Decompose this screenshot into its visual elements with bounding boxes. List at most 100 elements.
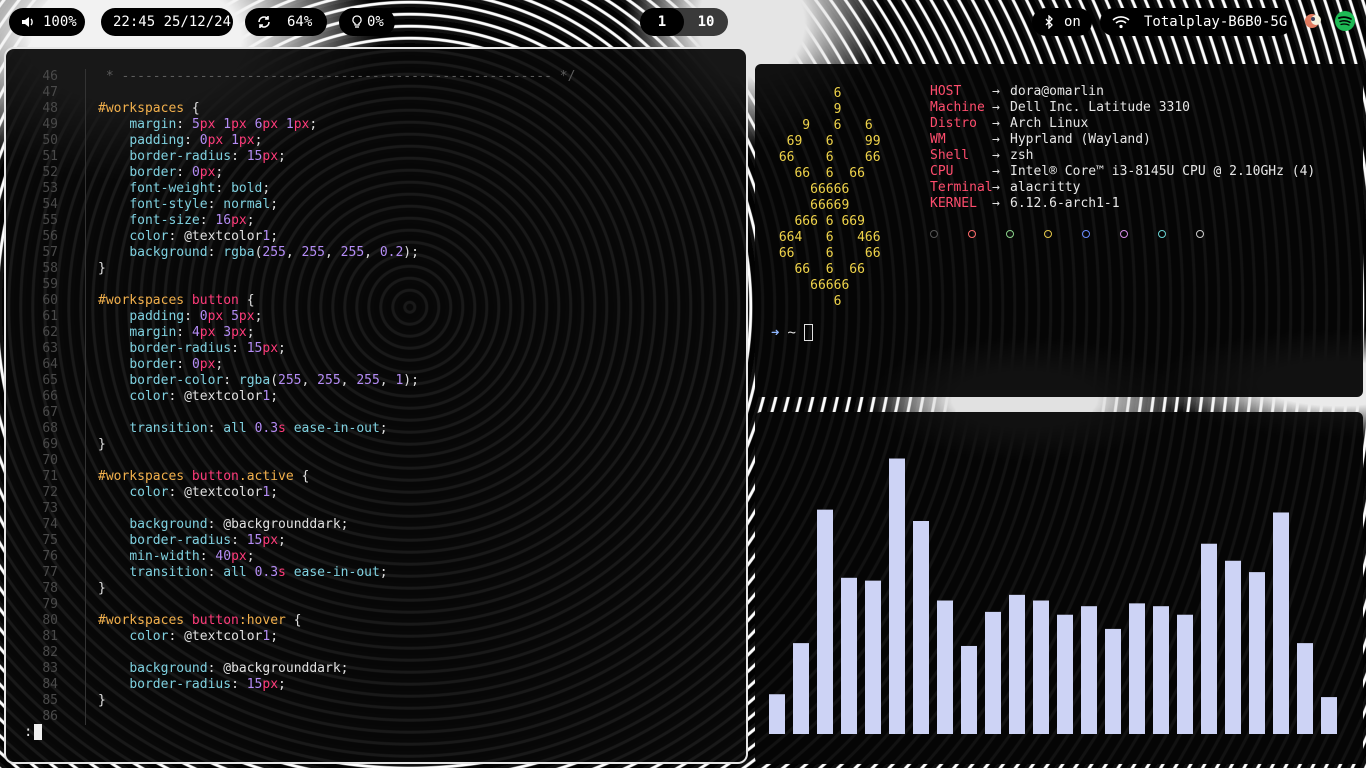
code-line[interactable]: 57 background: rgba(255, 255, 255, 0.2); (6, 245, 746, 261)
command-line[interactable]: : (24, 724, 43, 740)
code-token: , (285, 245, 302, 260)
code-token: px (231, 213, 247, 228)
code-token: #workspaces (98, 101, 185, 116)
code-line[interactable]: 75 border-radius: 15px; (6, 533, 746, 549)
code-line[interactable]: 63 border-radius: 15px; (6, 341, 746, 357)
code-line[interactable]: 81 color: @textcolor1; (6, 629, 746, 645)
code-token: 0 (199, 309, 208, 324)
code-line[interactable]: 67 (6, 405, 746, 421)
code-line[interactable]: 69} (6, 437, 746, 453)
code-token: ; (262, 181, 271, 196)
gutter (58, 261, 86, 277)
code-line[interactable]: 66 color: @textcolor1; (6, 389, 746, 405)
code-line[interactable]: 55 font-size: 16px; (6, 213, 746, 229)
code-line[interactable]: 60 #workspaces button { (6, 293, 746, 309)
app-tray-icon[interactable] (1304, 11, 1324, 31)
palette-dot (1006, 230, 1014, 238)
brightness-value: 0% (367, 14, 384, 30)
code-token: all (223, 421, 255, 436)
line-source: background: @backgrounddark; (98, 517, 348, 533)
line-number: 72 (42, 485, 58, 500)
color-palette (930, 230, 1204, 238)
code-line[interactable]: 48 #workspaces { (6, 101, 746, 117)
line-number: 84 (42, 677, 58, 692)
code-view[interactable]: 46 * -----------------------------------… (6, 69, 746, 725)
code-line[interactable]: 54 font-style: normal; (6, 197, 746, 213)
info-key: KERNEL (930, 196, 977, 211)
code-line[interactable]: 80 #workspaces button:hover { (6, 613, 746, 629)
code-token: : (231, 533, 247, 548)
code-line[interactable]: 49 margin: 5px 1px 6px 1px; (6, 117, 746, 133)
code-token: 15 (246, 677, 263, 692)
code-line[interactable]: 58} (6, 261, 746, 277)
code-line[interactable]: 77 transition: all 0.3s ease-in-out; (6, 565, 746, 581)
ascii-line: 66666 (771, 182, 850, 197)
info-value: 6.12.6-arch1-1 (1010, 196, 1120, 211)
code-line[interactable]: 52 border: 0px; (6, 165, 746, 181)
code-line[interactable]: 51 border-radius: 15px; (6, 149, 746, 165)
wifi-widget[interactable]: Totalplay-B6B0-5G (1100, 8, 1292, 36)
code-line[interactable]: 76 min-width: 40px; (6, 549, 746, 565)
code-line[interactable]: 83 background: @backgrounddark; (6, 661, 746, 677)
spotify-icon[interactable] (1334, 10, 1356, 32)
terminal-window[interactable]: 6 9 9 6 6 69 6 99 66 6 66 66 6 66 66666 … (755, 64, 1363, 397)
line-number: 74 (42, 517, 58, 532)
code-line[interactable]: 56 color: @textcolor1; (6, 229, 746, 245)
code-line[interactable]: 72 color: @textcolor1; (6, 485, 746, 501)
code-line[interactable]: 74 background: @backgrounddark; (6, 517, 746, 533)
code-line[interactable]: 62 margin: 4px 3px; (6, 325, 746, 341)
code-token: .active (238, 469, 294, 484)
line-source: } (98, 581, 106, 597)
sync-widget[interactable]: 64% (245, 8, 327, 36)
code-line[interactable]: 78} (6, 581, 746, 597)
bluetooth-icon (1044, 15, 1054, 29)
code-token: : (223, 373, 239, 388)
brightness-widget[interactable]: 0% (339, 8, 395, 36)
code-line[interactable]: 64 border: 0px; (6, 357, 746, 373)
code-token: } (98, 693, 106, 708)
code-token: border (129, 165, 177, 180)
code-line[interactable]: 59 (6, 277, 746, 293)
code-line[interactable]: 86 (6, 709, 746, 725)
code-line[interactable]: 65 border-color: rgba(255, 255, 255, 1); (6, 373, 746, 389)
bluetooth-widget[interactable]: on (1032, 8, 1092, 36)
code-token: ease-in-out (293, 565, 380, 580)
code-line[interactable]: 82 (6, 645, 746, 661)
code-token: px (231, 325, 247, 340)
line-number: 53 (42, 181, 58, 196)
code-line[interactable]: 53 font-weight: bold; (6, 181, 746, 197)
code-line[interactable]: 84 border-radius: 15px; (6, 677, 746, 693)
code-line[interactable]: 73 (6, 501, 746, 517)
gutter (58, 341, 86, 357)
workspace-button-10[interactable]: 10 (684, 8, 728, 36)
code-line[interactable]: 68 transition: all 0.3s ease-in-out; (6, 421, 746, 437)
clock-widget[interactable]: 22:45 25/12/24 (101, 8, 233, 36)
code-line[interactable]: 70 (6, 453, 746, 469)
visualizer-bar (841, 577, 857, 734)
audio-visualizer-window[interactable] (755, 412, 1363, 764)
code-line[interactable]: 46 * -----------------------------------… (6, 69, 746, 85)
code-token: ; (278, 533, 286, 548)
code-token: ; (270, 629, 279, 644)
code-line[interactable]: 71 #workspaces button.active { (6, 469, 746, 485)
shell-prompt[interactable]: ➜ ~ (771, 324, 813, 341)
code-line[interactable]: 85} (6, 693, 746, 709)
code-line[interactable]: 79 (6, 597, 746, 613)
code-line[interactable]: 47 (6, 85, 746, 101)
code-line[interactable]: 61 padding: 0px 5px; (6, 309, 746, 325)
volume-widget[interactable]: 100% (9, 8, 85, 36)
editor-window[interactable]: 46 * -----------------------------------… (4, 47, 748, 764)
workspace-button-1[interactable]: 1 (640, 8, 684, 36)
line-source: } (98, 693, 106, 709)
code-token: : (207, 661, 224, 676)
info-key: Distro (930, 116, 977, 131)
code-line[interactable]: 50 padding: 0px 1px; (6, 133, 746, 149)
